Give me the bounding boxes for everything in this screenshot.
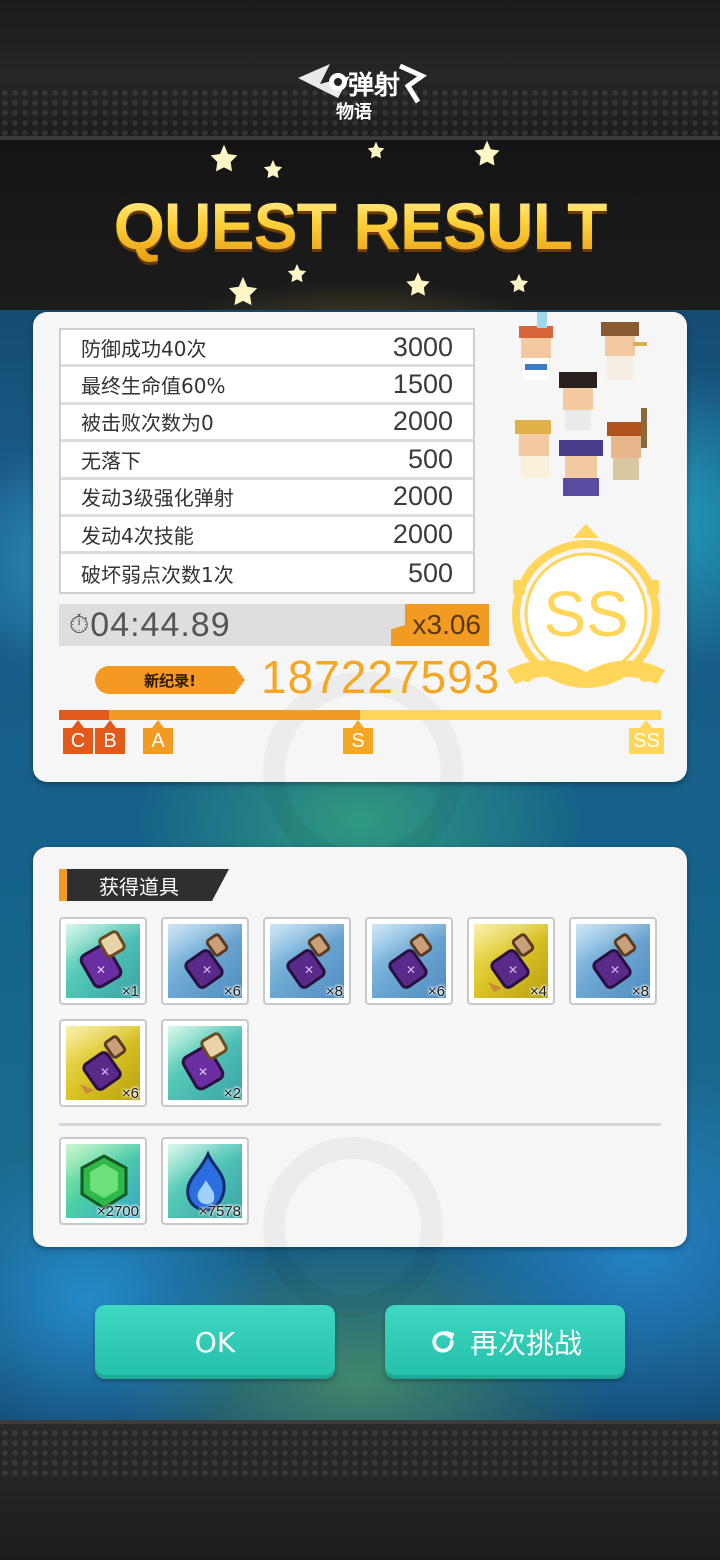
mission-name: 无落下 <box>81 448 141 473</box>
star-icon <box>263 159 283 179</box>
items-panel: 获得道具 ✕ ×1 ✕ ×6 ✕ ×8 ✕ ×6 ✕ ×4 ✕ ×8 ✕ ×6 … <box>33 847 687 1317</box>
items-divider <box>59 1123 661 1126</box>
mission-points: 3000 <box>392 331 453 362</box>
star-icon <box>287 263 307 283</box>
mission-name: 发动4次技能 <box>81 523 194 548</box>
mission-name: 破坏弱点次数1次 <box>81 562 234 587</box>
character-sprite <box>559 440 603 496</box>
character-sprite <box>519 312 553 380</box>
star-icon <box>509 273 529 293</box>
svg-text:✕: ✕ <box>610 963 620 977</box>
grade-marker-a: A <box>143 720 173 754</box>
mission-points: 1500 <box>392 369 453 400</box>
obtained-items-title: 获得道具 <box>99 874 179 899</box>
retry-button-label: 再次挑战 <box>469 1327 582 1360</box>
mission-name: 发动3级强化弹射 <box>81 486 234 511</box>
character-sprite <box>607 408 647 480</box>
ok-button-label: OK <box>194 1325 236 1359</box>
currency-reward[interactable]: ×2700 <box>59 1137 147 1225</box>
reward-item[interactable]: ✕ ×8 <box>263 917 351 1005</box>
mission-points: 2000 <box>392 518 453 549</box>
new-record-badge: 新纪录! <box>95 666 245 694</box>
total-score: 187227593 <box>261 651 501 703</box>
currency-reward[interactable]: ×7578 <box>161 1137 249 1225</box>
grade-marker-b: B <box>95 720 125 754</box>
panel-watermark <box>263 1137 443 1317</box>
game-logo: 弹射 物语 <box>298 63 427 123</box>
party-characters <box>515 312 647 496</box>
mission-row: 发动3级强化弹射 2000 <box>61 480 473 517</box>
grade-marker-s: S <box>343 720 373 754</box>
item-count: ×6 <box>121 1085 139 1100</box>
quest-result-title: QUEST RESULT <box>0 188 720 264</box>
item-count: ×6 <box>223 983 241 998</box>
rank-text: SS <box>543 578 628 650</box>
star-icon <box>210 144 238 172</box>
character-sprite <box>559 372 597 430</box>
grade-marker-c: C <box>63 720 93 754</box>
mission-table: 防御成功40次 3000 最终生命值60% 1500 被击败次数为0 2000 … <box>59 328 475 594</box>
clear-time: ⏱04:44.89 <box>69 606 231 645</box>
svg-text:✕: ✕ <box>100 1065 110 1079</box>
item-count: ×1 <box>121 983 139 998</box>
mission-name: 被击败次数为0 <box>81 411 214 436</box>
star-icon <box>406 272 430 296</box>
logo-text-top: 弹射 <box>348 71 400 101</box>
svg-text:✕: ✕ <box>508 963 518 977</box>
mission-row: 发动4次技能 2000 <box>61 517 473 555</box>
mission-name: 防御成功40次 <box>81 336 207 361</box>
mission-points: 2000 <box>392 406 453 437</box>
bottom-banner <box>0 1420 720 1560</box>
mission-points: 500 <box>407 557 453 588</box>
mission-points: 2000 <box>392 481 453 512</box>
reward-item[interactable]: ✕ ×4 <box>467 917 555 1005</box>
retry-button[interactable]: 再次挑战 <box>385 1305 625 1379</box>
score-multiplier: x3.06 <box>391 604 489 646</box>
result-panel: 防御成功40次 3000 最终生命值60% 1500 被击败次数为0 2000 … <box>33 312 687 872</box>
star-icon <box>367 141 385 159</box>
item-count: ×8 <box>631 983 649 998</box>
mission-row: 破坏弱点次数1次 500 <box>61 554 473 591</box>
svg-text:✕: ✕ <box>406 963 416 977</box>
reward-item[interactable]: ✕ ×1 <box>59 917 147 1005</box>
star-icon <box>474 140 500 166</box>
svg-text:✕: ✕ <box>96 963 106 977</box>
mission-row: 最终生命值60% 1500 <box>61 367 473 405</box>
logo-text-bottom: 物语 <box>336 101 372 123</box>
obtained-items-header: 获得道具 <box>59 869 229 901</box>
currency-count: ×7578 <box>198 1203 241 1218</box>
reward-item[interactable]: ✕ ×6 <box>59 1019 147 1107</box>
reward-item[interactable]: ✕ ×6 <box>365 917 453 1005</box>
mission-row: 被击败次数为0 2000 <box>61 405 473 443</box>
grade-marker-ss: SS <box>629 720 664 754</box>
item-count: ×4 <box>529 983 547 998</box>
currency-count: ×2700 <box>96 1203 139 1218</box>
reward-item[interactable]: ✕ ×2 <box>161 1019 249 1107</box>
svg-text:✕: ✕ <box>198 1065 208 1079</box>
rank-progress-low <box>59 710 109 720</box>
item-count: ×8 <box>325 983 343 998</box>
mission-row: 防御成功40次 3000 <box>61 330 473 368</box>
mission-points: 500 <box>407 443 453 474</box>
ok-button[interactable]: OK <box>95 1305 335 1379</box>
reward-item[interactable]: ✕ ×6 <box>161 917 249 1005</box>
mission-name: 最终生命值60% <box>81 374 226 399</box>
stopwatch-icon: ⏱ <box>69 609 91 639</box>
character-sprite <box>515 420 551 478</box>
character-sprite <box>601 322 647 380</box>
svg-text:✕: ✕ <box>202 963 212 977</box>
item-count: ×2 <box>223 1085 241 1100</box>
reward-item[interactable]: ✕ ×8 <box>569 917 657 1005</box>
refresh-icon <box>432 1330 455 1353</box>
star-icon <box>228 276 258 306</box>
rank-emblem: SS <box>507 524 665 688</box>
svg-text:✕: ✕ <box>304 963 314 977</box>
clear-time-value: 04:44.89 <box>90 606 231 644</box>
top-banner: 弹射 物语 <box>0 0 720 140</box>
mission-row: 无落下 500 <box>61 442 473 480</box>
item-count: ×6 <box>427 983 445 998</box>
